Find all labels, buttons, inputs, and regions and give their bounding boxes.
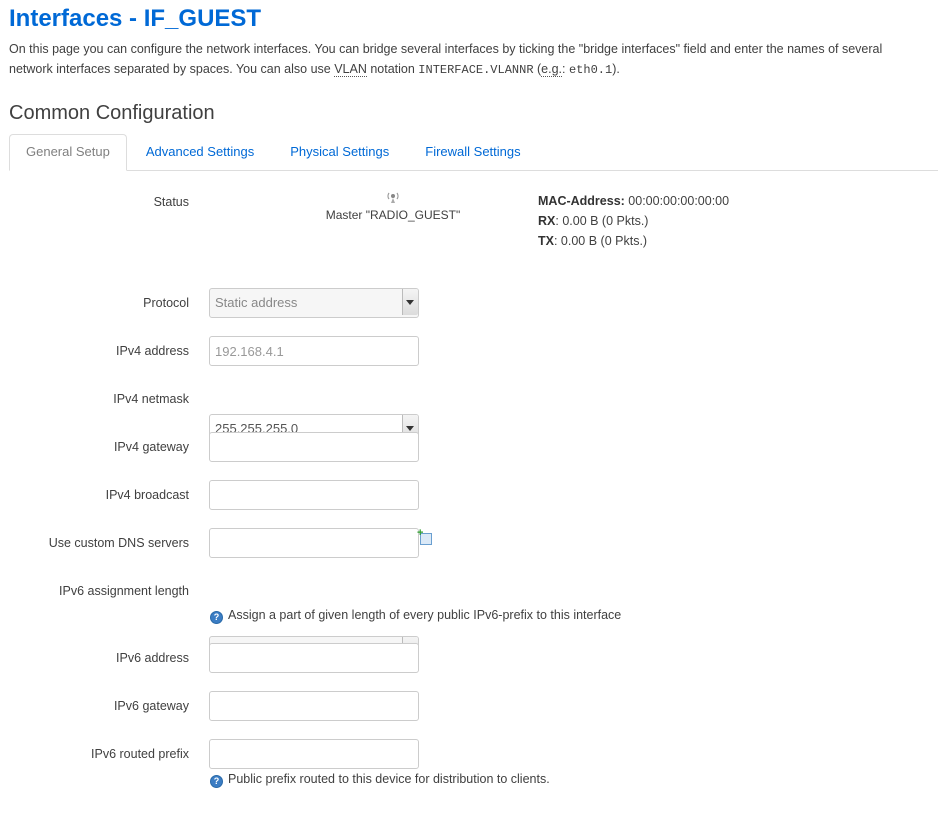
ipv4-netmask-label: IPv4 netmask <box>113 392 189 406</box>
mac-label: MAC-Address: <box>538 194 625 208</box>
ipv4-broadcast-label: IPv4 broadcast <box>105 488 189 502</box>
ipv6-address-input[interactable] <box>209 643 419 673</box>
device-name: Master "RADIO_GUEST" <box>325 208 461 222</box>
add-field-icon[interactable] <box>417 527 432 545</box>
vlan-notation: INTERFACE.VLANNR <box>418 63 534 77</box>
protocol-label: Protocol <box>143 296 189 310</box>
help-icon: ? <box>210 775 223 788</box>
help-icon: ? <box>210 611 223 624</box>
ipv6-prefix-input[interactable] <box>209 739 419 769</box>
ipv6-address-label: IPv6 address <box>116 651 189 665</box>
vlan-example: eth0.1 <box>568 63 613 77</box>
description-text: ). <box>612 62 620 76</box>
dns-label: Use custom DNS servers <box>48 536 189 550</box>
dns-input[interactable] <box>209 528 419 558</box>
tx-row: TX: 0.00 B (0 Pkts.) <box>538 231 729 251</box>
ipv6-prefix-help: ? Public prefix routed to this device for… <box>210 772 550 788</box>
rx-row: RX: 0.00 B (0 Pkts.) <box>538 211 729 231</box>
protocol-select[interactable]: Static address <box>209 288 419 318</box>
ipv4-gateway-input[interactable] <box>209 432 419 462</box>
ipv4-address-input[interactable] <box>209 336 419 366</box>
eg-abbr: e.g. <box>541 62 563 77</box>
ipv4-address-label: IPv4 address <box>116 344 189 358</box>
section-title: Common Configuration <box>9 102 215 124</box>
status-details: MAC-Address: 00:00:00:00:00:00 RX: 0.00 … <box>538 191 729 251</box>
ipv6-assign-label: IPv6 assignment length <box>59 584 189 598</box>
ipv6-gateway-input[interactable] <box>209 691 419 721</box>
ipv6-assign-help: ? Assign a part of given length of every … <box>210 608 621 624</box>
mac-value: 00:00:00:00:00:00 <box>624 194 730 208</box>
tab-physical-settings[interactable]: Physical Settings <box>273 134 406 170</box>
page-description: On this page you can configure the netwo… <box>9 39 929 80</box>
description-text: notation <box>366 62 419 76</box>
status-label: Status <box>153 195 189 209</box>
wifi-device-icon <box>387 192 399 203</box>
mac-address-row: MAC-Address: 00:00:00:00:00:00 <box>538 191 729 211</box>
help-text: Assign a part of given length of every p… <box>228 608 622 622</box>
tab-bar: General Setup Advanced Settings Physical… <box>9 134 938 171</box>
ipv6-prefix-label: IPv6 routed prefix <box>91 747 189 761</box>
status-device: Master "RADIO_GUEST" <box>309 190 477 222</box>
chevron-down-icon[interactable] <box>402 289 418 315</box>
help-text: Public prefix routed to this device for … <box>228 772 550 786</box>
tab-advanced-settings[interactable]: Advanced Settings <box>129 134 271 170</box>
page-title: Interfaces - IF_GUEST <box>9 5 262 32</box>
vlan-abbr: VLAN <box>334 62 367 77</box>
rx-value: : 0.00 B (0 Pkts.) <box>555 214 649 228</box>
tab-firewall-settings[interactable]: Firewall Settings <box>408 134 537 170</box>
ipv6-gateway-label: IPv6 gateway <box>113 699 189 713</box>
tx-value: : 0.00 B (0 Pkts.) <box>553 234 648 248</box>
tab-general-setup[interactable]: General Setup <box>9 134 127 171</box>
ipv4-broadcast-input[interactable] <box>209 480 419 510</box>
ipv4-gateway-label: IPv4 gateway <box>113 440 189 454</box>
description-text: : <box>562 62 569 76</box>
protocol-value: Static address <box>209 288 419 318</box>
rx-label: RX <box>538 214 556 228</box>
tx-label: TX <box>538 234 554 248</box>
description-text: ( <box>533 62 542 76</box>
